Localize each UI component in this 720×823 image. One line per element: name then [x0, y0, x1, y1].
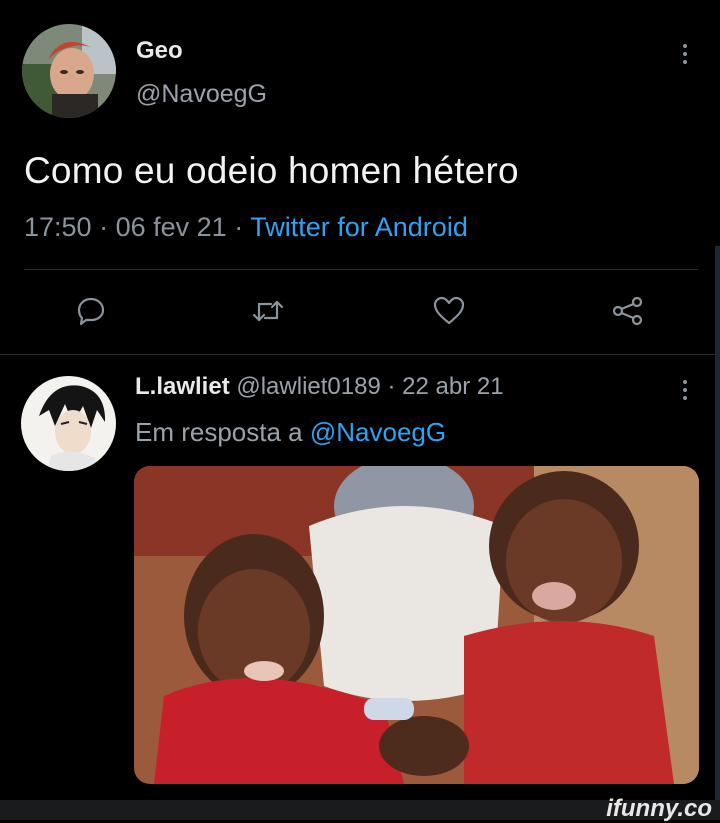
reply-more-options-icon[interactable]: [682, 380, 688, 404]
tweet-text: Como eu odeio homen hétero: [24, 150, 519, 191]
more-options-icon[interactable]: [682, 44, 688, 68]
reply-icon[interactable]: [76, 296, 106, 331]
like-icon[interactable]: [433, 296, 465, 331]
reply-media-image[interactable]: [134, 466, 699, 784]
author-avatar[interactable]: [22, 24, 116, 118]
author-handle[interactable]: @NavoegG: [136, 80, 267, 109]
reply-author-handle[interactable]: @lawliet0189: [236, 373, 380, 400]
reply-header: L.lawliet @lawliet0189 · 22 abr 21: [135, 373, 504, 401]
tweet-source-link[interactable]: Twitter for Android: [250, 212, 468, 242]
reply-date: 22 abr 21: [402, 373, 504, 400]
tweet-time: 17:50: [24, 212, 92, 242]
author-name[interactable]: Geo: [136, 37, 183, 65]
reply-author-avatar[interactable]: [21, 376, 116, 471]
meta-separator: ·: [99, 212, 109, 242]
reply-context: Em resposta a @NavoegG: [135, 417, 446, 448]
meta-separator: ·: [234, 212, 244, 242]
meta-separator: ·: [387, 373, 396, 400]
retweet-icon[interactable]: [251, 296, 285, 331]
divider: [0, 354, 715, 355]
divider: [24, 269, 698, 270]
watermark-logo: ifunny.co: [606, 795, 712, 822]
scrollbar-track[interactable]: [715, 246, 720, 800]
share-icon[interactable]: [612, 296, 644, 331]
tweet-meta: 17:50 · 06 fev 21 · Twitter for Android: [24, 212, 468, 243]
reply-author-name[interactable]: L.lawliet: [135, 373, 230, 400]
reply-prefix: Em resposta a: [135, 417, 303, 447]
tweet-date: 06 fev 21: [115, 212, 227, 242]
reply-mention-link[interactable]: @NavoegG: [310, 417, 446, 447]
